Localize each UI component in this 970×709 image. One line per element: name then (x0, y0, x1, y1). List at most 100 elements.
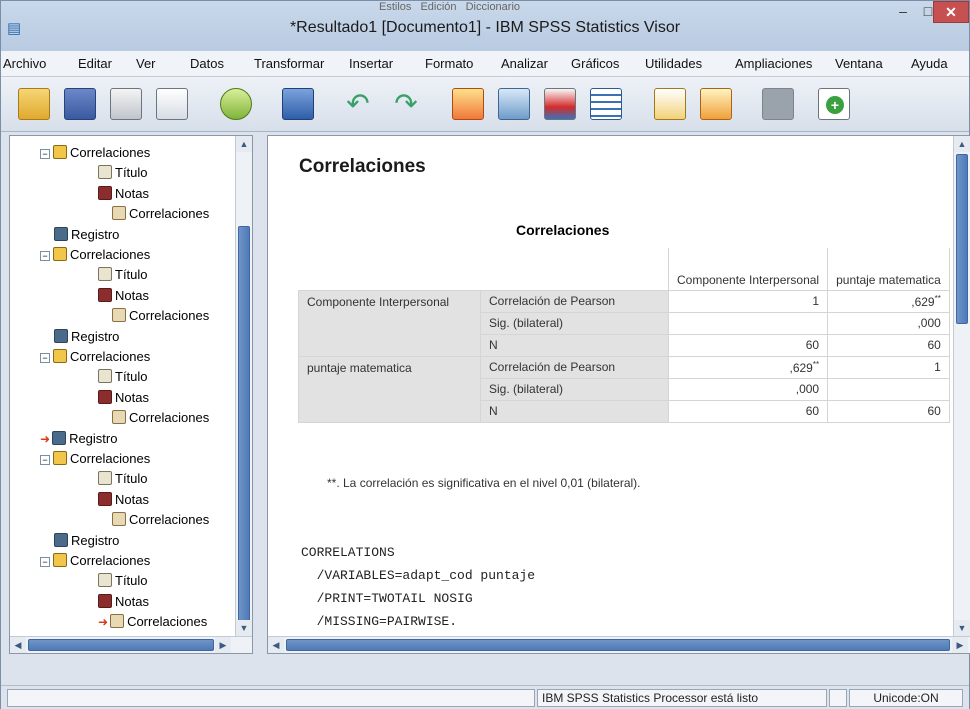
outline-item[interactable]: Correlaciones (112, 409, 209, 427)
recall-dialog-icon[interactable] (277, 83, 319, 125)
outline-item-label: Notas (115, 389, 149, 405)
outline-item[interactable]: Notas (98, 185, 149, 203)
scroll-left-arrow-icon[interactable]: ◀ (10, 637, 26, 653)
outline-item-label: Registro (71, 532, 120, 548)
outline-item[interactable]: Correlaciones (112, 205, 209, 223)
outline-item[interactable]: Correlaciones (112, 307, 209, 325)
outline-item[interactable]: Registro (54, 226, 119, 244)
select-last-output-icon[interactable] (695, 83, 737, 125)
outline-hscroll-thumb[interactable] (28, 639, 214, 651)
outline-vertical-scrollbar[interactable]: ▲ ▼ (235, 136, 252, 636)
menu-insertar[interactable]: Insertar (349, 56, 393, 71)
scroll-down-arrow-icon[interactable]: ▼ (236, 620, 252, 636)
outline-item[interactable]: Notas (98, 491, 149, 509)
menu-bar: Archivo Editar Ver Datos Transformar Ins… (1, 51, 969, 77)
collapse-toggle-icon[interactable]: − (40, 251, 50, 261)
menu-ver[interactable]: Ver (136, 56, 156, 71)
outline-horizontal-scrollbar[interactable]: ◀ ▶ (10, 636, 252, 653)
menu-analizar[interactable]: Analizar (501, 56, 548, 71)
outline-item-label: Correlaciones (70, 145, 151, 160)
cell-value: ,629 (911, 294, 935, 309)
undo-icon[interactable]: ↶ (337, 83, 379, 125)
designate-window-icon[interactable] (649, 83, 691, 125)
menu-ayuda[interactable]: Ayuda (911, 56, 948, 71)
scroll-up-arrow-icon[interactable]: ▲ (954, 136, 970, 152)
add-icon[interactable]: + (813, 83, 855, 125)
disabled-icon[interactable] (757, 83, 799, 125)
collapse-toggle-icon[interactable]: − (40, 353, 50, 363)
save-icon[interactable] (59, 83, 101, 125)
title-bar[interactable]: ▤ Estilos Edición Diccionario *Resultado… (1, 1, 969, 51)
print-icon[interactable] (105, 83, 147, 125)
scroll-right-arrow-icon[interactable]: ▶ (952, 637, 968, 653)
menu-ventana[interactable]: Ventana (835, 56, 883, 71)
correlations-table[interactable]: Componente Interpersonal puntaje matemat… (298, 248, 950, 423)
variables-icon[interactable] (585, 83, 627, 125)
goto-case-icon[interactable] (493, 83, 535, 125)
scroll-right-arrow-icon[interactable]: ▶ (215, 637, 231, 653)
scroll-down-arrow-icon[interactable]: ▼ (954, 620, 970, 636)
menu-utilidades[interactable]: Utilidades (645, 56, 702, 71)
syntax-line: /PRINT=TWOTAIL NOSIG (301, 591, 473, 606)
outline-item[interactable]: − Correlaciones (40, 144, 150, 162)
significance-marker: ** (934, 293, 941, 303)
outline-item[interactable]: Título (98, 266, 148, 284)
scroll-left-arrow-icon[interactable]: ◀ (268, 637, 284, 653)
outline-item[interactable]: Notas (98, 287, 149, 305)
title-icon (98, 573, 112, 588)
scroll-up-arrow-icon[interactable]: ▲ (236, 136, 252, 152)
outline-pane[interactable]: − Correlaciones Título Notas Correlaciones Re… (9, 135, 253, 654)
content-hscroll-thumb[interactable] (286, 639, 950, 651)
outline-item[interactable]: ➜ Registro (40, 430, 117, 448)
pane-splitter[interactable] (253, 135, 267, 654)
syntax-line: CORRELATIONS (301, 545, 395, 560)
output-content-pane[interactable]: Correlaciones Correlaciones Componente I… (267, 135, 970, 654)
collapse-toggle-icon[interactable]: − (40, 557, 50, 567)
content-vertical-scrollbar[interactable]: ▲ ▼ (953, 136, 970, 636)
outline-item[interactable]: Título (98, 368, 148, 386)
outline-item[interactable]: Notas (98, 593, 149, 611)
outline-item-label: Título (115, 267, 148, 283)
insert-variable-icon[interactable] (539, 83, 581, 125)
menu-datos[interactable]: Datos (190, 56, 224, 71)
outline-item[interactable]: − Correlaciones (40, 246, 150, 264)
outline-item[interactable]: − Correlaciones (40, 348, 150, 366)
content-scroll-thumb[interactable] (956, 154, 968, 324)
menu-transformar[interactable]: Transformar (254, 56, 324, 71)
outline-scroll-thumb[interactable] (238, 226, 250, 636)
notes-icon (98, 491, 112, 506)
outline-item[interactable]: Correlaciones (112, 511, 209, 529)
table-footnote: **. La correlación es significativa en e… (327, 476, 641, 490)
outline-item[interactable]: Título (98, 470, 148, 488)
outline-item[interactable]: Registro (54, 532, 119, 550)
outline-item-label: Correlaciones (127, 614, 208, 630)
outline-item[interactable]: Título (98, 164, 148, 182)
row-stat-label: Correlación de Pearson (480, 355, 669, 379)
table-header-row: Componente Interpersonal puntaje matemat… (298, 248, 950, 291)
close-button[interactable]: ✕ (933, 1, 969, 23)
collapse-toggle-icon[interactable]: − (40, 149, 50, 159)
menu-graficos[interactable]: Gráficos (571, 56, 619, 71)
menu-archivo[interactable]: Archivo (3, 56, 46, 71)
minimize-button[interactable]: – (889, 1, 917, 23)
outline-item[interactable]: ➜ Correlaciones (98, 613, 207, 631)
menu-editar[interactable]: Editar (78, 56, 112, 71)
outline-item[interactable]: Notas (98, 389, 149, 407)
outline-item[interactable]: − Correlaciones (40, 552, 150, 570)
export-icon[interactable] (215, 83, 257, 125)
menu-ampliaciones[interactable]: Ampliaciones (735, 56, 812, 71)
redo-icon[interactable]: ↷ (385, 83, 427, 125)
open-folder-icon[interactable] (13, 83, 55, 125)
table-icon (110, 614, 125, 629)
table-cell: 60 (827, 399, 950, 423)
collapse-toggle-icon[interactable]: − (40, 455, 50, 465)
outline-item[interactable]: − Correlaciones (40, 450, 150, 468)
menu-formato[interactable]: Formato (425, 56, 473, 71)
content-horizontal-scrollbar[interactable]: ◀ ▶ (268, 636, 970, 653)
outline-item[interactable]: Registro (54, 328, 119, 346)
print-preview-icon[interactable] (151, 83, 193, 125)
outline-item-label: Correlaciones (129, 410, 210, 426)
outline-item[interactable]: Título (98, 572, 148, 590)
goto-data-icon[interactable] (447, 83, 489, 125)
book-icon (53, 349, 67, 363)
